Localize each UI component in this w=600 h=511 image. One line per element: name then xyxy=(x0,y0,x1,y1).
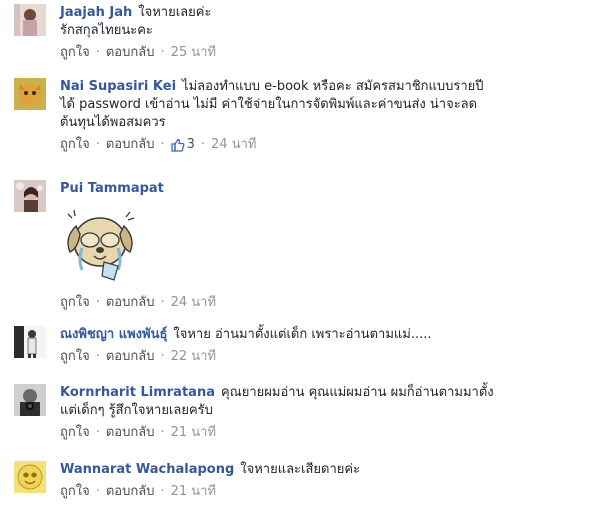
reply-link[interactable]: ตอบกลับ xyxy=(106,44,155,62)
comment-time[interactable]: 22 นาที xyxy=(171,348,216,366)
like-link[interactable]: ถูกใจ xyxy=(60,44,90,62)
reply-link[interactable]: ตอบกลับ xyxy=(106,294,155,312)
like-link[interactable]: ถูกใจ xyxy=(60,424,90,442)
separator-dot: · xyxy=(95,295,100,310)
comment-actions: ถูกใจ · ตอบกลับ · 22 นาที xyxy=(60,348,590,366)
comment-text-line-2: รักสกุลไทยนะคะ xyxy=(60,23,153,38)
comment-author[interactable]: Jaajah Jah xyxy=(60,5,132,20)
avatar[interactable] xyxy=(14,78,46,110)
crying-dog-sticker xyxy=(67,209,135,281)
separator-dot: · xyxy=(160,295,165,310)
avatar[interactable] xyxy=(14,326,46,358)
separator-dot: · xyxy=(95,484,100,499)
avatar[interactable] xyxy=(14,4,46,36)
comment-4: ณงพิชญา แพงพันธุ์ ใจหาย อ่านมาตั้งแต่เด็ก… xyxy=(14,326,590,366)
comment-author[interactable]: Kornrharit Limratana xyxy=(60,385,215,400)
reply-link[interactable]: ตอบกลับ xyxy=(106,348,155,366)
comment-text: ใจหายเลยค่ะ xyxy=(138,5,212,20)
comment-author[interactable]: ณงพิชญา แพงพันธุ์ xyxy=(60,327,167,342)
comment-1: Jaajah Jah ใจหายเลยค่ะ รักสกุลไทยนะคะ ถูก… xyxy=(14,4,590,62)
comment-time[interactable]: 25 นาที xyxy=(171,44,216,62)
avatar[interactable] xyxy=(14,384,46,416)
like-link[interactable]: ถูกใจ xyxy=(60,294,90,312)
comment-body: Jaajah Jah ใจหายเลยค่ะ รักสกุลไทยนะคะ ถูก… xyxy=(60,4,590,62)
like-count[interactable]: 3 xyxy=(170,136,195,154)
comment-text: ใจหายและเสียดายค่ะ xyxy=(240,462,361,477)
comment-time[interactable]: 24 นาที xyxy=(211,136,256,154)
comment-text-line-2: แต่เด็กๆ รู้สึกใจหายเลยครับ xyxy=(60,403,213,418)
thumbs-up-icon xyxy=(170,138,185,152)
comment-body: Nai Supasiri Kei ไม่ลองทำแบบ e-book หรือค… xyxy=(60,78,590,154)
comment-body: Pui Tammapat ถูกใจ · ตอบกลับ · 24 นาที xyxy=(60,180,590,312)
comment-text: คุณยายผมอ่าน คุณแม่ผมอ่าน ผมก็อ่านตามมาต… xyxy=(220,385,494,400)
avatar[interactable] xyxy=(14,180,46,212)
separator-dot: · xyxy=(160,425,165,440)
like-link[interactable]: ถูกใจ xyxy=(60,136,90,154)
separator-dot: · xyxy=(160,137,165,152)
comment-body: ณงพิชญา แพงพันธุ์ ใจหาย อ่านมาตั้งแต่เด็ก… xyxy=(60,326,590,366)
comment-body: Kornrharit Limratana คุณยายผมอ่าน คุณแม่ผ… xyxy=(60,384,590,442)
separator-dot: · xyxy=(160,349,165,364)
separator-dot: · xyxy=(160,45,165,60)
separator-dot: · xyxy=(95,45,100,60)
separator-dot: · xyxy=(95,425,100,440)
comment-2: Nai Supasiri Kei ไม่ลองทำแบบ e-book หรือค… xyxy=(14,78,590,154)
reply-link[interactable]: ตอบกลับ xyxy=(106,483,155,501)
comment-actions: ถูกใจ · ตอบกลับ · 24 นาที xyxy=(60,294,590,312)
comment-text: ใจหาย อ่านมาตั้งแต่เด็ก เพราะอ่านตามแม่.… xyxy=(173,327,432,342)
comment-6: Wannarat Wachalapong ใจหายและเสียดายค่ะ ถ… xyxy=(14,461,590,501)
comment-time[interactable]: 21 นาที xyxy=(171,483,216,501)
comment-actions: ถูกใจ · ตอบกลับ · 21 นาที xyxy=(60,483,590,501)
comment-thread: Jaajah Jah ใจหายเลยค่ะ รักสกุลไทยนะคะ ถูก… xyxy=(0,0,600,511)
comment-body: Wannarat Wachalapong ใจหายและเสียดายค่ะ ถ… xyxy=(60,461,590,501)
separator-dot: · xyxy=(95,349,100,364)
like-link[interactable]: ถูกใจ xyxy=(60,348,90,366)
comment-text-line-3: ต้นทุนได้พอสมควร xyxy=(60,115,166,130)
comment-text-line-2: ได้ password เข้าอ่าน ไม่มี ค่าใช้จ่ายใน… xyxy=(60,97,478,112)
like-link[interactable]: ถูกใจ xyxy=(60,483,90,501)
comment-actions: ถูกใจ · ตอบกลับ · 21 นาที xyxy=(60,424,590,442)
comment-actions: ถูกใจ · ตอบกลับ · 25 นาที xyxy=(60,44,590,62)
comment-3: Pui Tammapat ถูกใจ · ตอบกลับ · 24 นาที xyxy=(14,180,590,312)
avatar[interactable] xyxy=(14,461,46,493)
comment-author[interactable]: Wannarat Wachalapong xyxy=(60,462,234,477)
separator-dot: · xyxy=(160,484,165,499)
separator-dot: · xyxy=(200,137,206,152)
reply-link[interactable]: ตอบกลับ xyxy=(106,136,155,154)
separator-dot: · xyxy=(95,137,100,152)
comment-author[interactable]: Pui Tammapat xyxy=(60,181,164,196)
reply-link[interactable]: ตอบกลับ xyxy=(106,424,155,442)
comment-time[interactable]: 21 นาที xyxy=(171,424,216,442)
comment-time[interactable]: 24 นาที xyxy=(171,294,216,312)
comment-actions: ถูกใจ · ตอบกลับ · 3 · 24 นาที xyxy=(60,136,590,154)
like-count-number: 3 xyxy=(186,137,195,152)
comment-author[interactable]: Nai Supasiri Kei xyxy=(60,79,176,94)
comment-5: Kornrharit Limratana คุณยายผมอ่าน คุณแม่ผ… xyxy=(14,384,590,442)
comment-text: ไม่ลองทำแบบ e-book หรือคะ สมัครสมาชิกแบบ… xyxy=(182,79,484,94)
